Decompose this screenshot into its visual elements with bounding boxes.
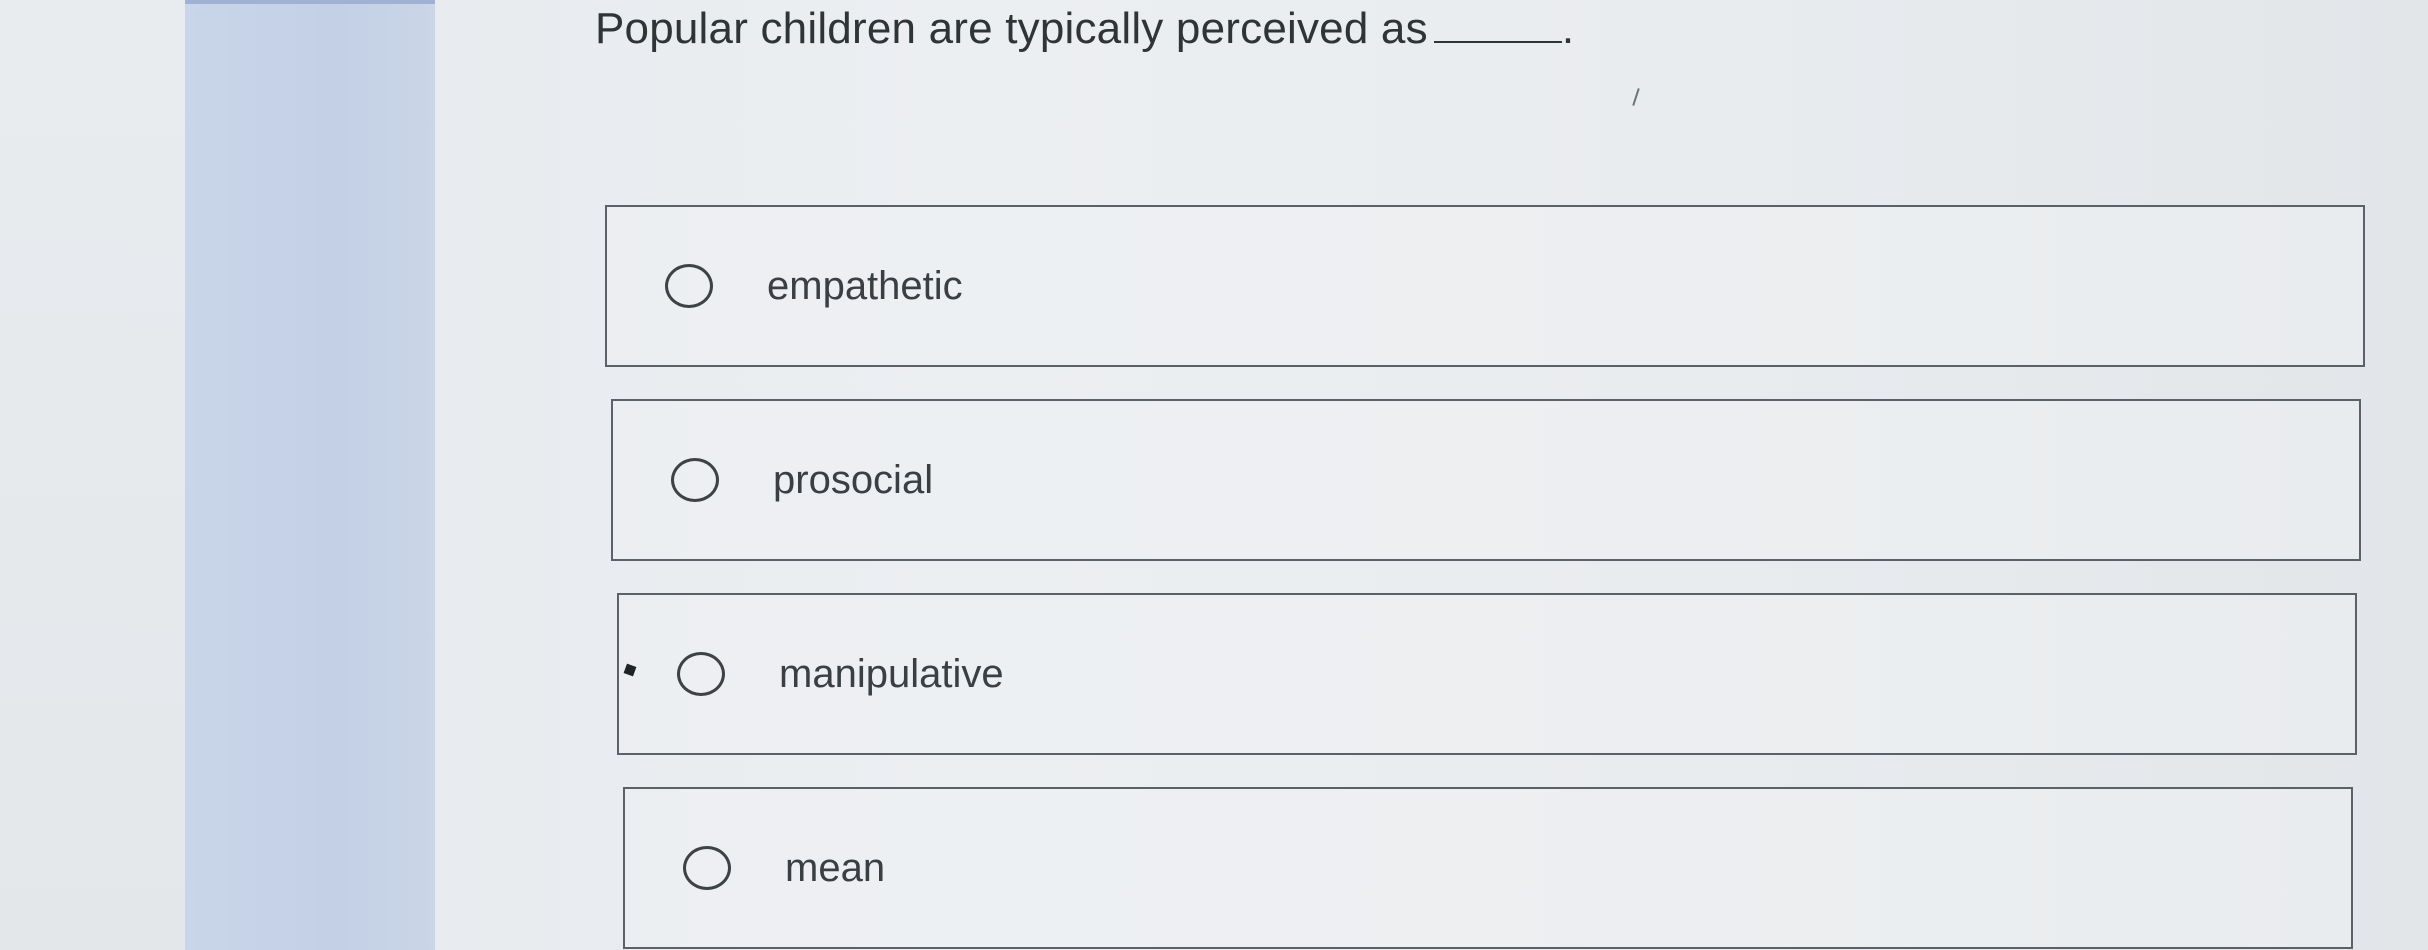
left-gutter: [0, 0, 185, 950]
question-text: Popular children are typically perceived…: [595, 4, 1428, 53]
radio-button-icon[interactable]: [677, 652, 725, 696]
question-content: Popular children are typically perceived…: [435, 0, 2428, 950]
option-label: mean: [785, 845, 886, 890]
radio-button-icon[interactable]: [665, 264, 713, 308]
answer-option-empathetic[interactable]: empathetic: [605, 205, 2365, 367]
option-label: empathetic: [767, 263, 963, 308]
answer-options: empathetic prosocial manipulative mean: [605, 205, 2365, 950]
stray-mark: [1632, 88, 1640, 106]
answer-option-prosocial[interactable]: prosocial: [611, 399, 2361, 561]
quiz-page: Popular children are typically perceived…: [0, 0, 2428, 950]
radio-button-icon[interactable]: [671, 458, 719, 502]
radio-button-icon[interactable]: [683, 846, 731, 890]
mouse-cursor-icon: [623, 663, 637, 677]
question-period: .: [1561, 4, 1575, 53]
option-label: manipulative: [779, 651, 1004, 696]
option-label: prosocial: [773, 457, 934, 502]
answer-option-mean[interactable]: mean: [623, 787, 2353, 949]
answer-option-manipulative[interactable]: manipulative: [617, 593, 2357, 755]
answer-blank: [1433, 41, 1562, 43]
side-navigation-rail: [185, 0, 435, 950]
question-prompt: Popular children are typically perceived…: [595, 4, 1574, 54]
